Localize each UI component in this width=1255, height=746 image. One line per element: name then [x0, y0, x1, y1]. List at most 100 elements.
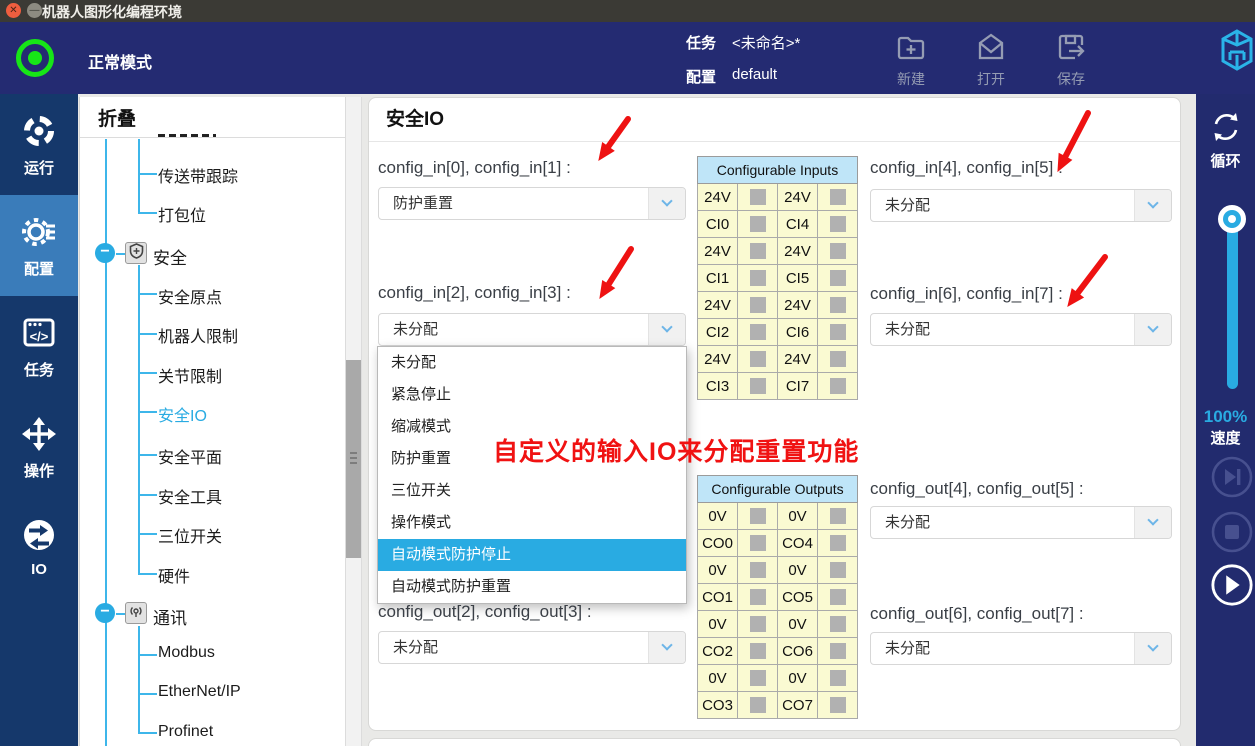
terminal-square[interactable] — [818, 292, 858, 319]
task-value: <未命名>* — [732, 32, 800, 53]
clipped-tree-item[interactable] — [158, 134, 216, 137]
left-nav: 运行 配置 </> 任务 — [0, 94, 78, 746]
terminal-square[interactable] — [818, 184, 858, 211]
terminal-square[interactable] — [738, 265, 778, 292]
step-forward-button[interactable] — [1210, 455, 1254, 499]
tree-item-modbus[interactable]: Modbus — [158, 644, 215, 662]
dropdown-option[interactable]: 自动模式防护重置 — [378, 571, 686, 603]
speed-slider-knob[interactable] — [1218, 205, 1246, 233]
terminal-square[interactable] — [738, 292, 778, 319]
window-close-icon[interactable]: ✕ — [6, 3, 21, 18]
chevron-down-icon — [648, 632, 685, 663]
status-indicator-icon — [16, 39, 54, 77]
dropdown-option[interactable]: 未分配 — [378, 347, 686, 379]
terminal-square[interactable] — [738, 211, 778, 238]
terminal-square[interactable] — [818, 346, 858, 373]
terminal-square[interactable] — [738, 319, 778, 346]
tree-trunk-line — [105, 139, 107, 746]
terminal-square[interactable] — [818, 238, 858, 265]
terminal-square[interactable] — [818, 584, 858, 611]
save-button[interactable]: 保存 — [1039, 25, 1103, 91]
annotation-text: 自定义的输入IO来分配重置功能 — [493, 432, 859, 468]
terminal-square[interactable] — [818, 211, 858, 238]
stop-button[interactable] — [1210, 510, 1254, 554]
terminal-square[interactable] — [738, 557, 778, 584]
terminal-square[interactable] — [818, 611, 858, 638]
open-button[interactable]: 打开 — [959, 25, 1023, 91]
nav-item-config[interactable]: 配置 — [0, 195, 78, 296]
nav-item-run[interactable]: 运行 — [0, 94, 78, 195]
dropdown-option[interactable]: 操作模式 — [378, 507, 686, 539]
terminal-square[interactable] — [818, 503, 858, 530]
dropdown-option[interactable]: 三位开关 — [378, 475, 686, 507]
nav-item-operate[interactable]: 操作 — [0, 397, 78, 498]
chevron-down-icon — [1134, 507, 1171, 538]
play-button[interactable] — [1210, 563, 1254, 607]
config-out-6-7-select[interactable]: 未分配 — [870, 632, 1172, 665]
speed-label: 速度 — [1196, 427, 1255, 448]
config-out-4-5-select[interactable]: 未分配 — [870, 506, 1172, 539]
config-in-0-1-select[interactable]: 防护重置 — [378, 187, 686, 220]
terminal-square[interactable] — [738, 611, 778, 638]
speed-slider-track[interactable] — [1227, 219, 1238, 389]
next-section-card — [368, 738, 1181, 746]
tree-item-ethernet-ip[interactable]: EtherNet/IP — [158, 683, 241, 701]
config-out-2-3-select[interactable]: 未分配 — [378, 631, 686, 664]
tree-item-robot-limits[interactable]: 机器人限制 — [158, 323, 238, 347]
tree-scrollbar-thumb[interactable] — [346, 360, 361, 558]
tree-item-safety-planes[interactable]: 安全平面 — [158, 444, 222, 468]
tree-branch-line — [138, 139, 140, 214]
terminal-square[interactable] — [738, 584, 778, 611]
collapse-minus-icon[interactable]: − — [95, 603, 115, 623]
terminal-square[interactable] — [738, 238, 778, 265]
terminal-square[interactable] — [818, 557, 858, 584]
terminal-square[interactable] — [738, 503, 778, 530]
terminal-square[interactable] — [818, 638, 858, 665]
tree-item-safety-home[interactable]: 安全原点 — [158, 284, 222, 308]
terminal-square[interactable] — [818, 319, 858, 346]
terminal-square[interactable] — [738, 530, 778, 557]
tree-node-safety[interactable]: 安全 — [153, 244, 187, 269]
tree-item-hardware[interactable]: 硬件 — [158, 563, 190, 587]
dropdown-option-highlighted[interactable]: 自动模式防护停止 — [378, 539, 686, 571]
tree-connector — [116, 253, 125, 255]
terminal-square[interactable] — [818, 373, 858, 400]
config-in-2-3-label: config_in[2], config_in[3] : — [378, 283, 571, 303]
window-minimize-icon[interactable]: — — [27, 3, 42, 18]
tree-item-profinet[interactable]: Profinet — [158, 723, 213, 741]
new-button[interactable]: 新建 — [879, 25, 943, 91]
terminal-square[interactable] — [738, 692, 778, 719]
tree-node-communication[interactable]: 通讯 — [153, 604, 187, 629]
tree-item-joint-limits[interactable]: 关节限制 — [158, 363, 222, 387]
config-in-6-7-select[interactable]: 未分配 — [870, 313, 1172, 346]
terminal-square[interactable] — [818, 665, 858, 692]
nav-item-task[interactable]: </> 任务 — [0, 296, 78, 397]
config-in-2-3-select[interactable]: 未分配 — [378, 313, 686, 346]
terminal-square[interactable] — [738, 184, 778, 211]
chevron-down-icon — [1134, 190, 1171, 221]
tree-item-safety-io[interactable]: 安全IO — [158, 402, 207, 426]
collapse-minus-icon[interactable]: − — [95, 243, 115, 263]
terminal-square[interactable] — [738, 665, 778, 692]
terminal-square[interactable] — [818, 265, 858, 292]
chevron-down-icon — [1134, 633, 1171, 664]
loop-icon[interactable] — [1209, 110, 1243, 144]
config-in-4-5-label: config_in[4], config_in[5] : — [870, 158, 1063, 178]
tree-item-three-position-switch[interactable]: 三位开关 — [158, 523, 222, 547]
terminal-square[interactable] — [738, 373, 778, 400]
terminal-square[interactable] — [818, 692, 858, 719]
collapse-header[interactable]: 折叠 — [98, 104, 136, 131]
tree-item-safety-tool[interactable]: 安全工具 — [158, 484, 222, 508]
chevron-down-icon — [648, 188, 685, 219]
config-value: default — [732, 66, 777, 83]
terminal-square[interactable] — [738, 346, 778, 373]
dropdown-option[interactable]: 紧急停止 — [378, 379, 686, 411]
config-in-6-7-label: config_in[6], config_in[7] : — [870, 284, 1063, 304]
terminal-square[interactable] — [738, 638, 778, 665]
tree-item-pack-position[interactable]: 打包位 — [158, 202, 206, 226]
tree-item-conveyor-tracking[interactable]: 传送带跟踪 — [158, 163, 238, 187]
config-in-4-5-select[interactable]: 未分配 — [870, 189, 1172, 222]
terminal-square[interactable] — [818, 530, 858, 557]
nav-item-io[interactable]: IO — [0, 498, 78, 599]
tree-tick — [138, 654, 157, 656]
